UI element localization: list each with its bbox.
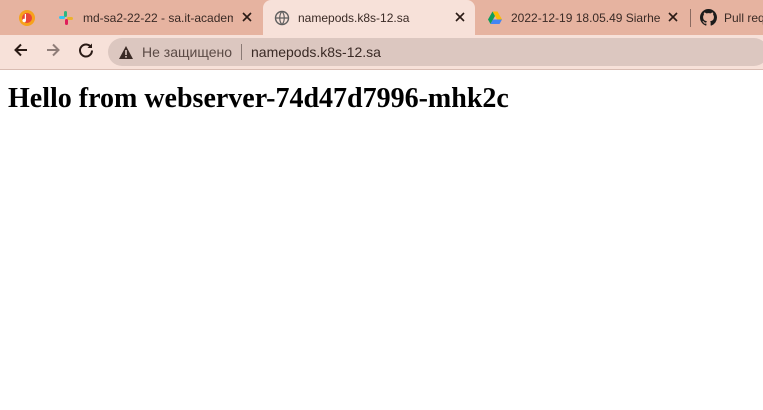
globe-icon bbox=[274, 10, 290, 26]
tab-google-drive[interactable]: 2022-12-19 18.05.49 Siarhei bbox=[480, 0, 688, 35]
google-drive-icon bbox=[487, 10, 503, 26]
github-icon bbox=[700, 9, 717, 26]
address-divider bbox=[241, 44, 242, 60]
forward-button[interactable] bbox=[40, 39, 66, 65]
page-content: Hello from webserver-74d47d7996-mhk2c bbox=[0, 71, 763, 410]
tab-label: Pull requests bbox=[724, 10, 763, 25]
tab-active-namepods[interactable]: namepods.k8s-12.sa bbox=[263, 0, 475, 35]
warning-icon[interactable] bbox=[118, 44, 134, 60]
back-arrow-icon bbox=[12, 41, 30, 64]
slack-icon bbox=[58, 10, 74, 26]
close-icon[interactable] bbox=[240, 10, 254, 24]
forward-arrow-icon bbox=[44, 41, 62, 64]
tab-label: md-sa2-22-22 - sa.it-academy bbox=[83, 10, 233, 25]
close-icon[interactable] bbox=[453, 10, 467, 24]
url-text[interactable]: namepods.k8s-12.sa bbox=[251, 44, 381, 60]
tab-github[interactable]: Pull requests bbox=[692, 0, 763, 35]
close-icon[interactable] bbox=[666, 10, 680, 24]
tab-slack[interactable]: md-sa2-22-22 - sa.it-academy bbox=[52, 0, 260, 35]
tab-strip: md-sa2-22-22 - sa.it-academy namepods.k8… bbox=[0, 0, 763, 35]
tab-pinned-app[interactable] bbox=[10, 0, 46, 35]
music-app-icon bbox=[18, 9, 36, 27]
tab-label: namepods.k8s-12.sa bbox=[298, 10, 410, 25]
page-heading: Hello from webserver-74d47d7996-mhk2c bbox=[8, 83, 509, 114]
reload-icon bbox=[77, 41, 95, 64]
tab-separator bbox=[690, 9, 691, 27]
tab-label: 2022-12-19 18.05.49 Siarhei bbox=[511, 10, 661, 25]
reload-button[interactable] bbox=[73, 39, 99, 65]
browser-toolbar: Не защищено namepods.k8s-12.sa bbox=[0, 35, 763, 70]
back-button[interactable] bbox=[8, 39, 34, 65]
security-status-label[interactable]: Не защищено bbox=[142, 44, 232, 60]
address-bar[interactable]: Не защищено namepods.k8s-12.sa bbox=[108, 38, 763, 66]
